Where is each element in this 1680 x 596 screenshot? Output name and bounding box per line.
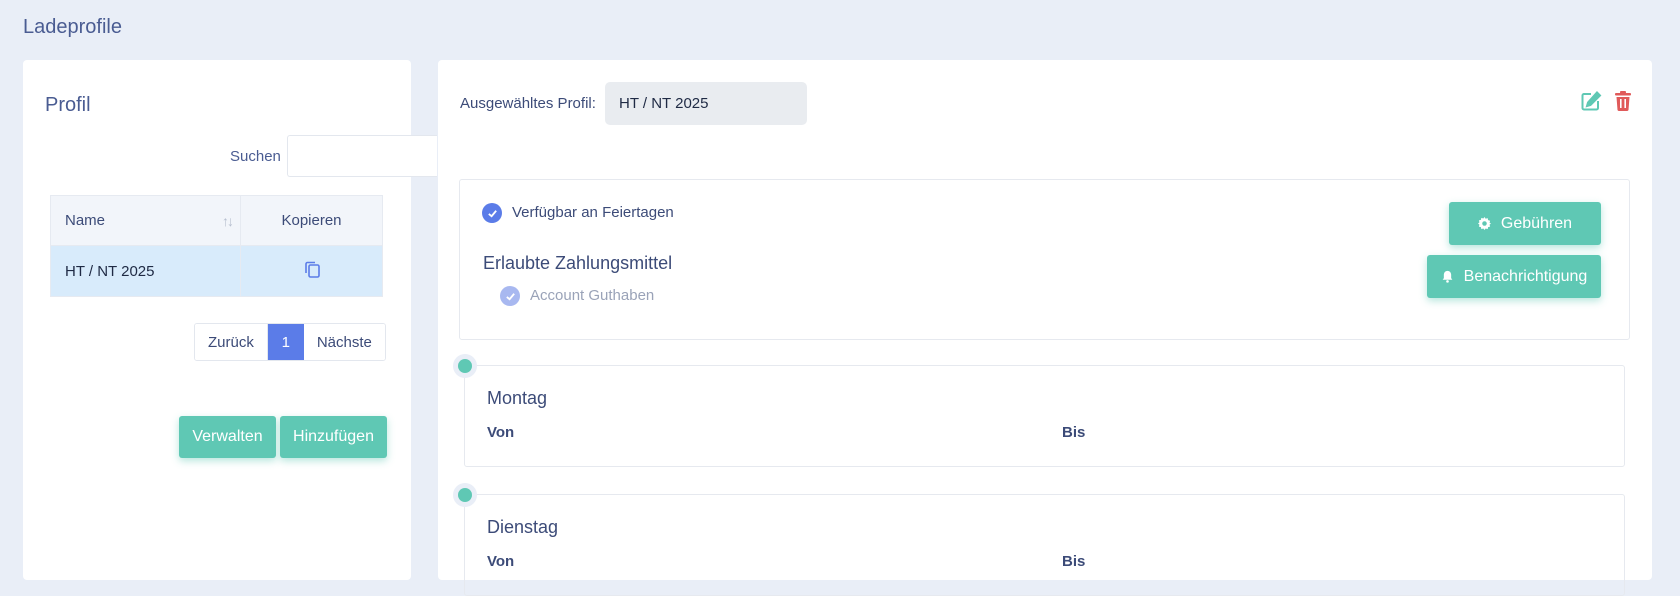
manage-button[interactable]: Verwalten xyxy=(179,416,276,458)
pagination-prev-button[interactable]: Zurück xyxy=(195,324,268,360)
timeline-dot xyxy=(453,483,477,507)
column-header-name[interactable]: Name ↑↓ xyxy=(50,195,241,246)
bell-icon xyxy=(1441,270,1454,283)
copy-icon[interactable] xyxy=(304,260,320,278)
profile-panel: Profil Suchen Name ↑↓ Kopieren HT / NT 2… xyxy=(23,60,437,580)
account-balance-label: Account Guthaben xyxy=(530,287,655,304)
search-label: Suchen xyxy=(230,148,281,165)
table-header-row: Name ↑↓ Kopieren xyxy=(50,195,383,246)
notification-button[interactable]: Benachrichtigung xyxy=(1427,255,1601,298)
profile-settings-box: Verfügbar an Feiertagen Erlaubte Zahlung… xyxy=(459,179,1630,340)
selected-profile-value: HT / NT 2025 xyxy=(605,82,807,125)
day-card-montag: Montag Von Bis xyxy=(453,354,1625,467)
day-card-dienstag: Dienstag Von Bis xyxy=(453,483,1625,596)
column-from: Von xyxy=(487,553,515,570)
payment-methods-title: Erlaubte Zahlungsmittel xyxy=(483,253,673,273)
copy-cell xyxy=(240,245,383,297)
gear-icon xyxy=(1477,217,1491,230)
column-from: Von xyxy=(487,424,515,441)
holiday-label: Verfügbar an Feiertagen xyxy=(512,204,674,221)
pagination-page-1[interactable]: 1 xyxy=(267,324,304,360)
fees-button[interactable]: Gebühren xyxy=(1449,202,1601,245)
edit-icon[interactable] xyxy=(1580,90,1602,112)
column-to: Bis xyxy=(1062,424,1086,441)
table-row[interactable]: HT / NT 2025 xyxy=(50,245,383,297)
sort-icon[interactable]: ↑↓ xyxy=(222,213,234,229)
account-balance-checkbox xyxy=(500,286,520,306)
profile-name-cell[interactable]: HT / NT 2025 xyxy=(50,245,241,297)
column-header-copy: Kopieren xyxy=(240,195,383,246)
search-input[interactable] xyxy=(287,135,437,177)
notification-button-label: Benachrichtigung xyxy=(1463,267,1588,285)
profile-detail-panel: Ausgewähltes Profil: HT / NT 2025 Verfüg… xyxy=(438,60,1652,596)
profile-panel-title: Profil xyxy=(45,94,91,116)
timeline-dot xyxy=(453,354,477,378)
add-button[interactable]: Hinzufügen xyxy=(280,416,387,458)
profile-table: Name ↑↓ Kopieren HT / NT 2025 xyxy=(50,195,383,297)
column-header-name-label: Name xyxy=(65,212,106,229)
day-name: Dienstag xyxy=(487,517,559,537)
holiday-checkbox[interactable] xyxy=(482,203,502,223)
pagination: Zurück 1 Nächste xyxy=(194,323,386,361)
trash-icon[interactable] xyxy=(1613,90,1633,112)
selected-profile-label: Ausgewähltes Profil: xyxy=(460,95,596,112)
day-name: Montag xyxy=(487,388,548,408)
fees-button-label: Gebühren xyxy=(1500,214,1573,232)
column-to: Bis xyxy=(1062,553,1086,570)
page-title: Ladeprofile xyxy=(23,16,122,38)
pagination-next-button[interactable]: Nächste xyxy=(303,324,385,360)
